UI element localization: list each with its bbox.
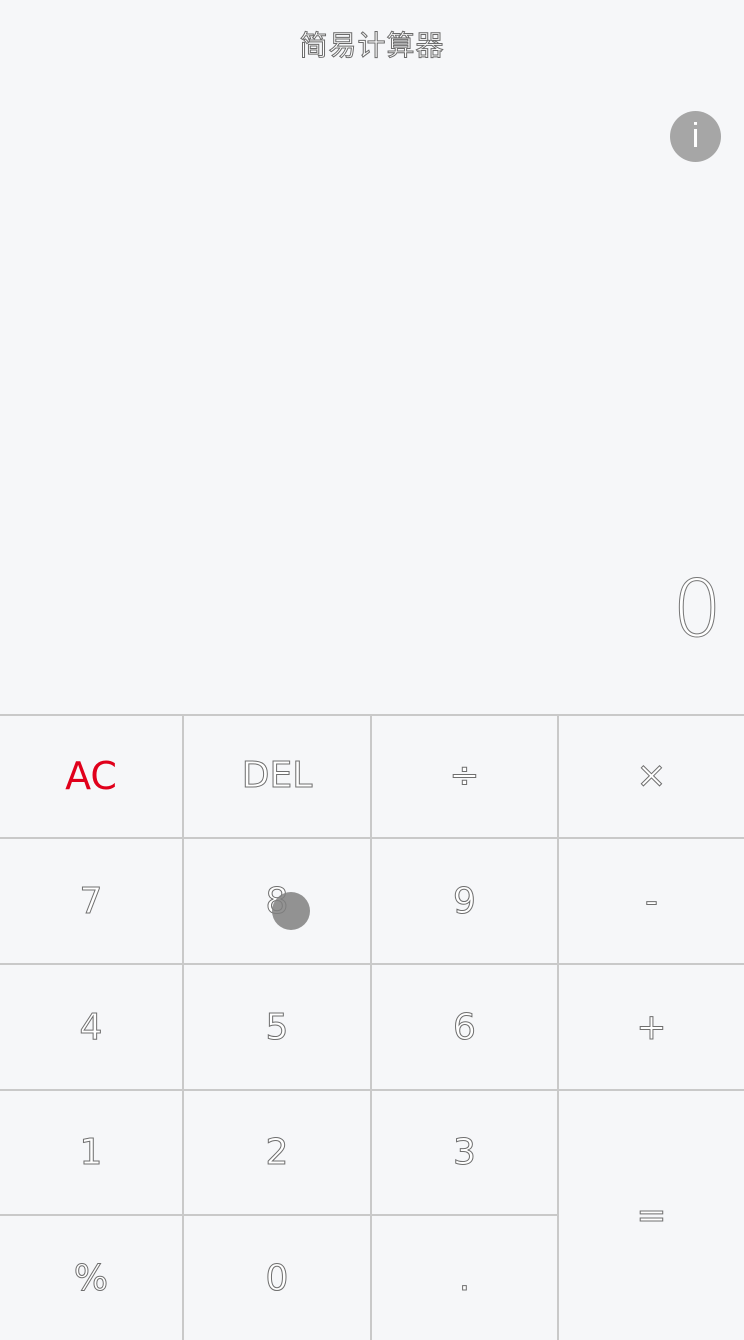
result-display: 0 (672, 565, 723, 656)
digit-6-button[interactable]: 6 (372, 965, 557, 1089)
touch-indicator (272, 892, 310, 930)
keypad: AC DEL ÷ × 7 8 9 - 4 5 6 + 1 2 3 = % 0 . (0, 714, 744, 1340)
decimal-point-button[interactable]: . (372, 1216, 557, 1340)
info-icon: i (691, 117, 700, 155)
equals-button[interactable]: = (559, 1091, 744, 1340)
digit-0-button[interactable]: 0 (184, 1216, 370, 1340)
digit-2-button[interactable]: 2 (184, 1091, 370, 1214)
app-title: 简易计算器 (299, 29, 445, 63)
digit-9-button[interactable]: 9 (372, 839, 557, 963)
info-button[interactable]: i (670, 111, 721, 162)
digit-7-button[interactable]: 7 (0, 839, 182, 963)
plus-button[interactable]: + (559, 965, 744, 1089)
minus-button[interactable]: - (559, 839, 744, 963)
ac-button[interactable]: AC (0, 714, 182, 837)
digit-5-button[interactable]: 5 (184, 965, 370, 1089)
digit-4-button[interactable]: 4 (0, 965, 182, 1089)
delete-button[interactable]: DEL (184, 714, 370, 837)
digit-3-button[interactable]: 3 (372, 1091, 557, 1214)
percent-button[interactable]: % (0, 1216, 182, 1340)
digit-1-button[interactable]: 1 (0, 1091, 182, 1214)
multiply-button[interactable]: × (559, 714, 744, 837)
divide-button[interactable]: ÷ (372, 714, 557, 837)
